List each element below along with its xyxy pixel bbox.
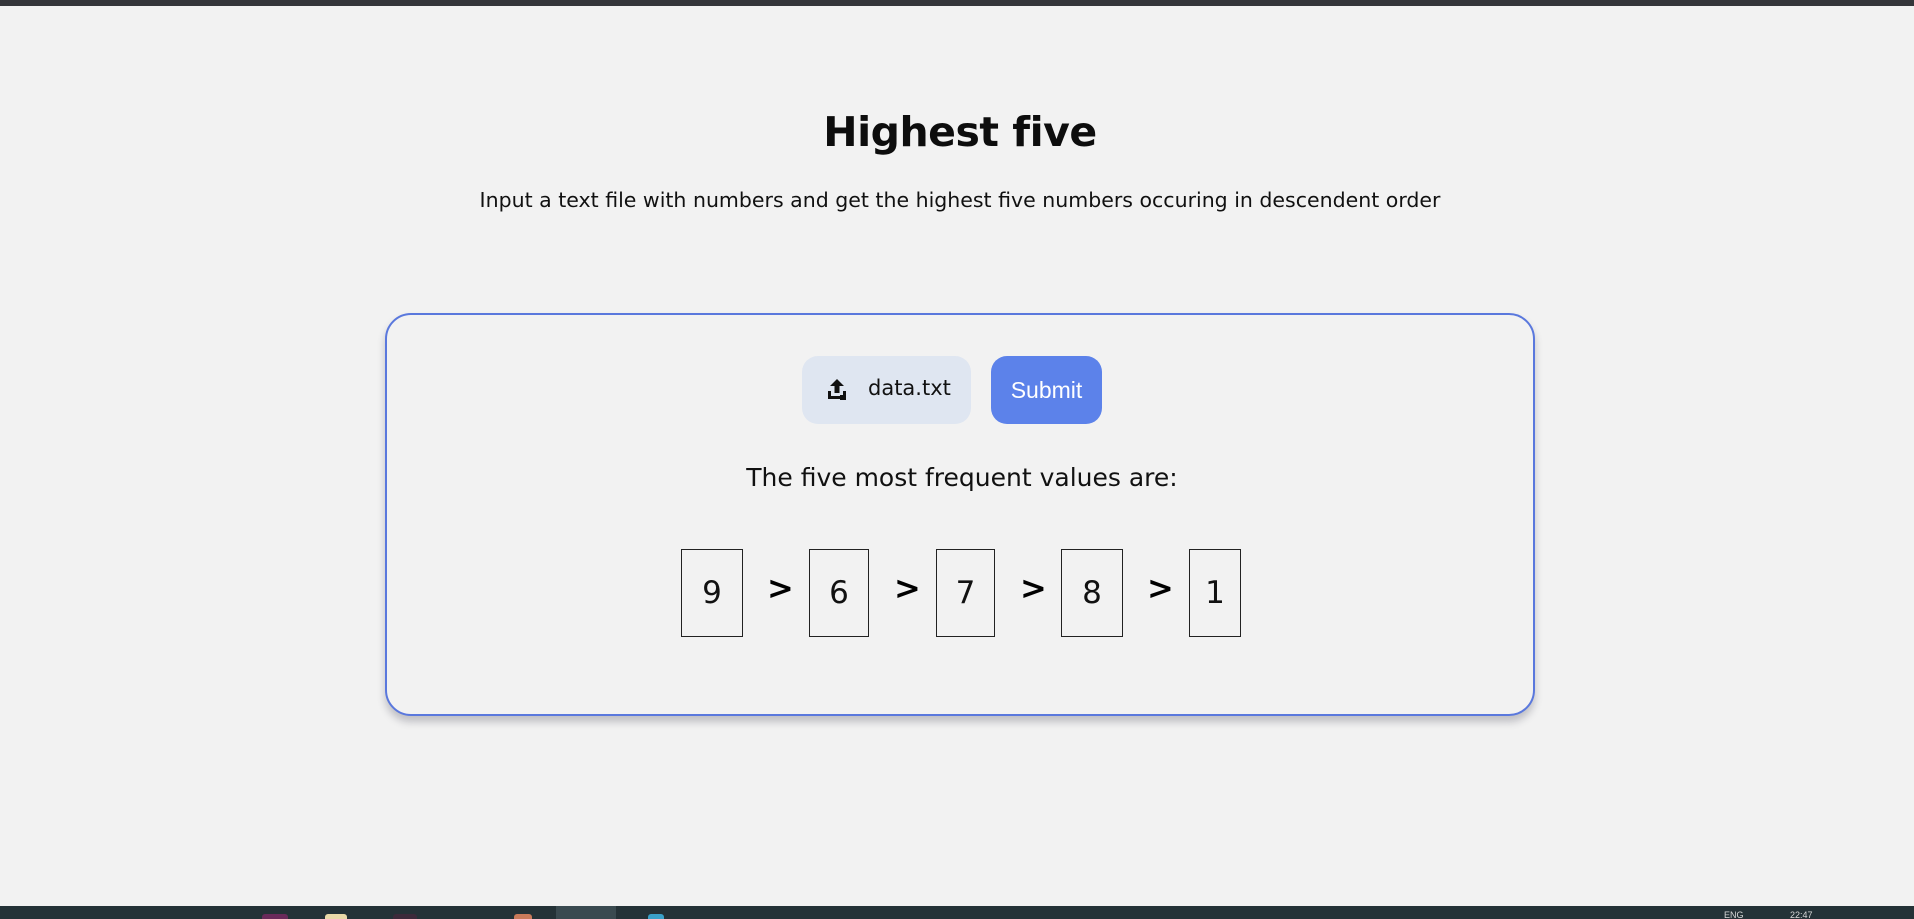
result-value-2: 6 bbox=[809, 549, 869, 637]
file-upload-button[interactable]: data.txt bbox=[802, 356, 971, 424]
greater-than-separator: > bbox=[1147, 569, 1174, 607]
taskbar-active-app[interactable] bbox=[556, 906, 616, 919]
upload-icon bbox=[828, 379, 846, 400]
result-heading: The five most frequent values are: bbox=[746, 463, 1178, 492]
greater-than-separator: > bbox=[894, 569, 921, 607]
result-value-5: 1 bbox=[1189, 549, 1241, 637]
greater-than-separator: > bbox=[767, 569, 794, 607]
selected-file-name: data.txt bbox=[868, 376, 951, 400]
page-title: Highest five bbox=[823, 108, 1097, 156]
greater-than-separator: > bbox=[1020, 569, 1047, 607]
taskbar-app-icon[interactable] bbox=[325, 914, 347, 919]
result-value-3: 7 bbox=[936, 549, 995, 637]
browser-top-strip bbox=[0, 0, 1914, 6]
taskbar-app-icon[interactable] bbox=[393, 914, 417, 919]
taskbar-app-icon[interactable] bbox=[262, 914, 288, 919]
os-taskbar: ENG 22:47 bbox=[0, 906, 1914, 919]
result-value-1: 9 bbox=[681, 549, 743, 637]
result-card: data.txt Submit The five most frequent v… bbox=[385, 313, 1535, 716]
result-value-4: 8 bbox=[1061, 549, 1123, 637]
taskbar-clock[interactable]: 22:47 bbox=[1790, 910, 1813, 919]
taskbar-language[interactable]: ENG bbox=[1724, 910, 1744, 919]
submit-button[interactable]: Submit bbox=[991, 356, 1102, 424]
page-subtitle: Input a text file with numbers and get t… bbox=[479, 188, 1441, 212]
taskbar-app-icon[interactable] bbox=[648, 914, 664, 919]
taskbar-app-icon[interactable] bbox=[514, 914, 532, 919]
